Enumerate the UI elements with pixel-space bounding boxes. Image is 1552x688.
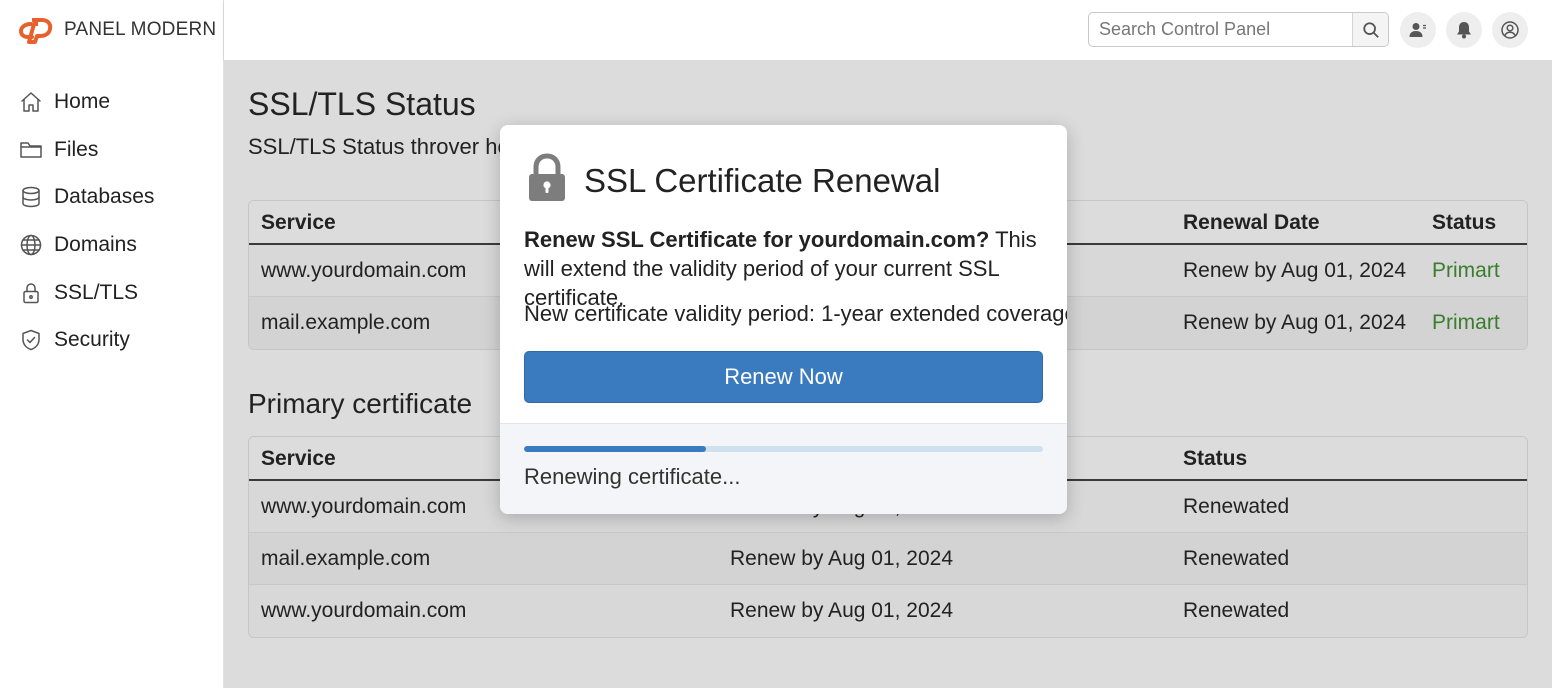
search-box (1088, 12, 1389, 47)
table-row[interactable]: www.yourdomain.com Renew by Aug 01, 2024… (249, 585, 1527, 637)
padlock-icon (526, 153, 568, 208)
renewal-progress-label: Renewing certificate... (524, 464, 741, 489)
search-icon (1362, 21, 1379, 38)
cell-service: mail.example.com (261, 311, 431, 334)
sidebar-item-domains[interactable]: Domains (18, 221, 154, 269)
renewal-progress-bar (524, 446, 1043, 452)
dialog-title: SSL Certificate Renewal (584, 161, 941, 199)
ssl-renewal-dialog: SSL Certificate Renewal Renew SSL Certif… (500, 125, 1067, 514)
header-service[interactable]: Service (261, 211, 336, 235)
dialog-validity-info: New certificate validity period: 1-year … (524, 301, 1067, 326)
user-icon (1501, 21, 1519, 39)
bell-icon (1457, 22, 1471, 39)
page-title: SSL/TLS Status (248, 86, 476, 122)
table-row[interactable]: mail.example.com Renew by Aug 01, 2024 R… (249, 533, 1527, 585)
cell-status: Renewated (1183, 599, 1290, 622)
users-icon (1409, 23, 1426, 37)
dialog-footer: Renewing certificate... (500, 423, 1067, 514)
header-renewal-date[interactable]: Renewal Date (1183, 211, 1320, 235)
cell-renewal-date: Renew by Aug 01, 2024 (730, 547, 954, 570)
cell-service: mail.example.com (261, 547, 431, 570)
renew-now-button[interactable]: Renew Now (524, 351, 1043, 403)
header-status[interactable]: Status (1432, 211, 1496, 235)
user-menu-button[interactable] (1492, 12, 1528, 48)
sidebar-item-label: Files (54, 137, 99, 161)
sidebar-item-label: Databases (54, 185, 155, 209)
cell-renewal-date: Renew by Aug 01, 2024 (730, 599, 954, 622)
brand-name: PANEL MODERN (64, 19, 217, 40)
page-subtitle: SSL/TLS Status throver hon (248, 134, 522, 159)
dialog-message: Renew SSL Certificate for yourdomain.com… (524, 225, 1044, 312)
database-icon (18, 184, 44, 210)
cell-renewal-date: Renew by Aug 01, 2024 (1183, 311, 1407, 334)
sidebar-item-label: Security (54, 328, 130, 352)
topbar (224, 0, 1552, 60)
renewal-progress-fill (524, 446, 706, 452)
cpanel-logo-icon (18, 18, 53, 44)
search-input[interactable] (1089, 13, 1352, 46)
section-title-primary-certificate: Primary certificate (248, 388, 473, 419)
header-service[interactable]: Service (261, 447, 336, 471)
cell-status: Renewated (1183, 495, 1290, 518)
home-icon (18, 89, 44, 115)
cell-status: Renewated (1183, 547, 1290, 570)
sidebar-item-databases[interactable]: Databases (18, 173, 154, 221)
cell-status: Primart (1432, 259, 1500, 282)
sidebar-item-security[interactable]: Security (18, 316, 154, 364)
sidebar-item-label: Domains (54, 232, 137, 256)
sidebar: PANEL MODERN Home Files Databases Domain… (0, 0, 224, 688)
dialog-header: SSL Certificate Renewal (526, 153, 940, 208)
cell-service: www.yourdomain.com (261, 259, 467, 282)
header-status[interactable]: Status (1183, 447, 1247, 471)
cell-service: www.yourdomain.com (261, 495, 467, 518)
users-button[interactable] (1400, 12, 1436, 48)
notifications-button[interactable] (1446, 12, 1482, 48)
sidebar-item-home[interactable]: Home (18, 78, 154, 126)
globe-icon (18, 232, 44, 258)
dialog-question: Renew SSL Certificate for yourdomain.com… (524, 227, 990, 252)
sidebar-item-label: Home (54, 89, 111, 113)
folder-icon (18, 137, 44, 163)
cell-status: Primart (1432, 311, 1500, 334)
brand[interactable]: PANEL MODERN (18, 16, 216, 44)
sidebar-nav: Home Files Databases Domains SSL/TLS Sec… (18, 78, 154, 364)
lock-icon (18, 280, 44, 306)
cell-renewal-date: Renew by Aug 01, 2024 (1183, 259, 1407, 282)
sidebar-item-ssl-tls[interactable]: SSL/TLS (18, 269, 154, 317)
sidebar-item-label: SSL/TLS (54, 280, 139, 304)
cell-service: www.yourdomain.com (261, 599, 467, 622)
sidebar-item-files[interactable]: Files (18, 126, 154, 174)
shield-icon (18, 327, 44, 353)
search-button[interactable] (1352, 13, 1388, 46)
